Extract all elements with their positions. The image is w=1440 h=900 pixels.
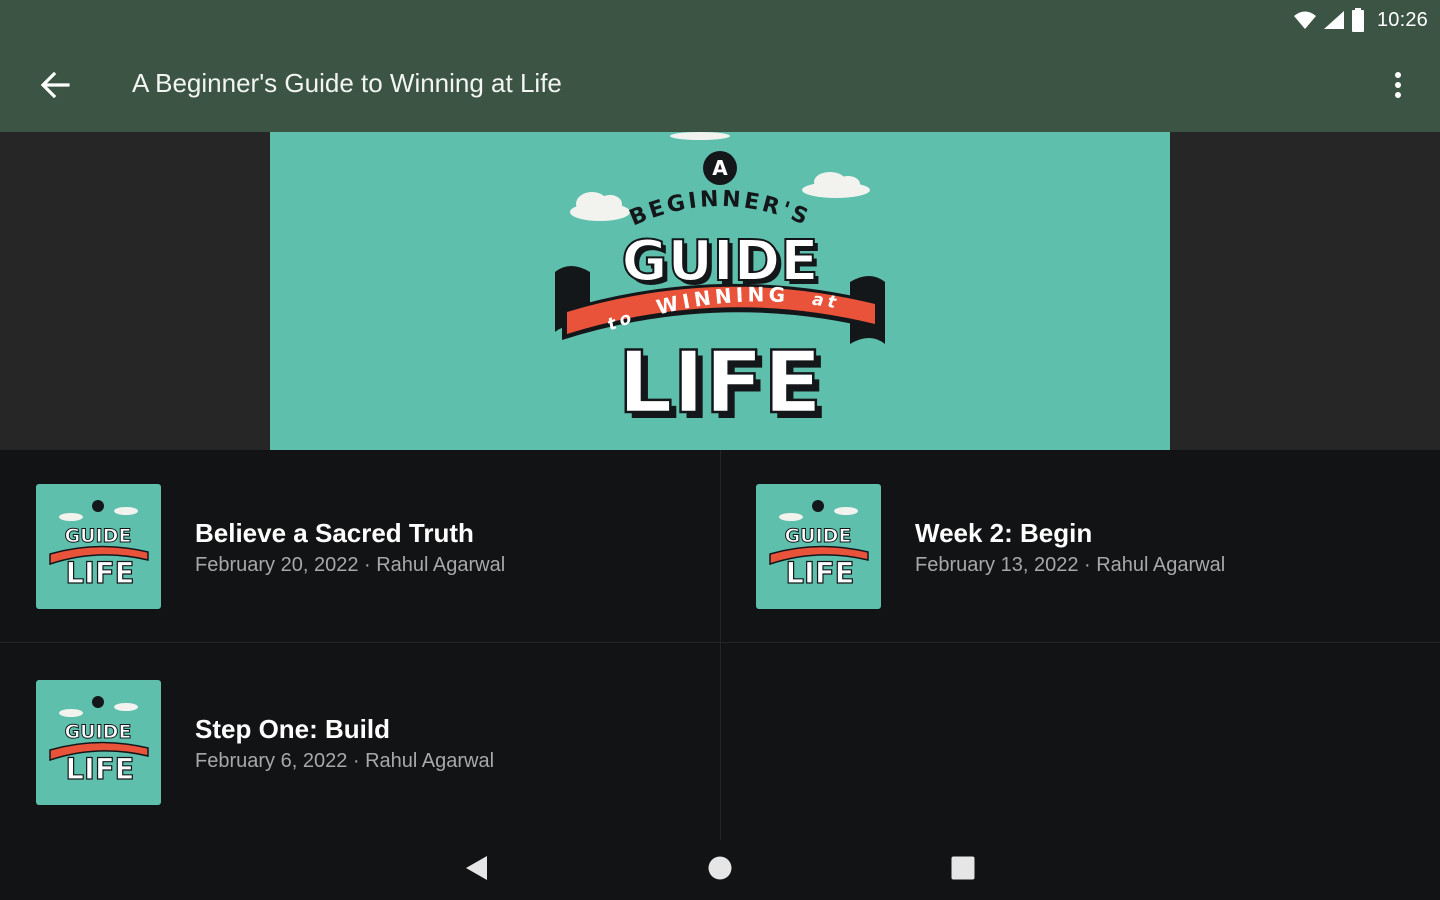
episode-title: Week 2: Begin	[915, 518, 1093, 548]
nav-recents-icon	[950, 855, 976, 886]
episode-meta: February 20, 2022 · Rahul Agarwal	[195, 554, 506, 576]
episode-thumbnail: GUIDE LIFE	[36, 680, 161, 805]
back-button[interactable]	[30, 62, 80, 112]
svg-text:BEGINNER'S: BEGINNER'S	[626, 187, 814, 232]
svg-text:GUIDE: GUIDE	[785, 525, 852, 547]
svg-text:LIFE: LIFE	[786, 556, 855, 590]
row-divider	[0, 642, 1440, 643]
nav-home-button[interactable]	[698, 848, 742, 892]
page-title: A Beginner's Guide to Winning at Life	[132, 68, 562, 98]
battery-icon	[1351, 8, 1365, 32]
svg-text:GUIDE: GUIDE	[65, 721, 132, 743]
nav-home-icon	[707, 855, 733, 886]
episode-meta: February 6, 2022 · Rahul Agarwal	[195, 750, 495, 772]
episode-item[interactable]: GUIDE LIFE Believe a Sacred Truth Februa…	[0, 450, 720, 642]
nav-recents-button[interactable]	[941, 848, 985, 892]
back-arrow-icon	[40, 71, 70, 103]
episode-thumbnail: GUIDE LIFE	[756, 484, 881, 609]
svg-text:LIFE: LIFE	[66, 556, 135, 590]
svg-text:GUIDE: GUIDE	[65, 525, 132, 547]
episode-meta: February 13, 2022 · Rahul Agarwal	[915, 554, 1226, 576]
series-artwork: A BEGINNER'S GUIDE GUIDE to WINNING at L…	[270, 132, 1170, 450]
status-bar: 10:26	[0, 0, 1440, 42]
nav-back-button[interactable]	[454, 848, 498, 892]
svg-text:LIFE: LIFE	[66, 752, 135, 786]
episode-title: Step One: Build	[195, 714, 390, 744]
nav-back-icon	[463, 854, 489, 887]
status-icons: 10:26	[1293, 6, 1428, 34]
more-vert-icon	[1394, 71, 1402, 104]
artwork-beginners: BEGINNER'S	[626, 187, 811, 232]
artwork-at: at	[811, 290, 841, 314]
artwork-letter-a: A	[712, 156, 728, 180]
status-time: 10:26	[1376, 8, 1428, 31]
episode-title: Believe a Sacred Truth	[195, 518, 474, 548]
episode-item[interactable]: GUIDE LIFE Week 2: Begin February 13, 20…	[720, 450, 1440, 642]
episode-thumbnail: GUIDE LIFE	[36, 484, 161, 609]
more-options-button[interactable]	[1378, 62, 1418, 112]
system-nav-bar	[0, 840, 1440, 900]
app-bar: A Beginner's Guide to Winning at Life	[0, 42, 1440, 132]
signal-icon	[1323, 10, 1345, 30]
episode-item[interactable]: GUIDE LIFE Step One: Build February 6, 2…	[0, 646, 720, 838]
wifi-icon	[1293, 10, 1317, 30]
artwork-life: LIFE	[618, 333, 822, 433]
